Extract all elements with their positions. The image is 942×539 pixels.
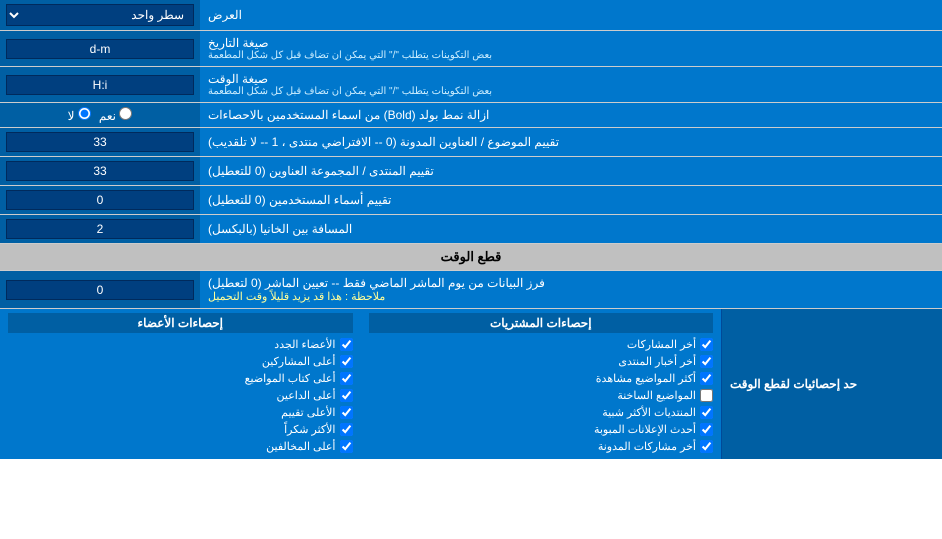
forum-address-input-container bbox=[0, 157, 200, 185]
stats-col1-check6[interactable] bbox=[700, 440, 713, 453]
cutoff-input[interactable] bbox=[6, 280, 194, 300]
date-format-input-container bbox=[0, 31, 200, 66]
display-select-container: سطر واحد سطرين ثلاثة أسطر bbox=[0, 0, 200, 30]
date-format-label: صيغة التاريخ بعض التكوينات يتطلب "/" الت… bbox=[200, 31, 942, 66]
stats-col2-check0[interactable] bbox=[340, 338, 353, 351]
stats-col1-item1: أخر أخبار المنتدى bbox=[369, 353, 714, 370]
subjects-limit-input-container bbox=[0, 128, 200, 156]
bold-no-radio[interactable] bbox=[78, 107, 91, 120]
stats-col1-check1[interactable] bbox=[700, 355, 713, 368]
cutoff-row: فرز البيانات من يوم الماشر الماضي فقط --… bbox=[0, 271, 942, 309]
stats-col1-title: إحصاءات المشتريات bbox=[369, 313, 714, 333]
stats-col1-item3: المواضيع الساخنة bbox=[369, 387, 714, 404]
bold-yes-radio[interactable] bbox=[119, 107, 132, 120]
stats-col2-item2: أعلى كتاب المواضيع bbox=[8, 370, 353, 387]
subjects-limit-row: تقييم الموضوع / العناوين المدونة (0 -- ا… bbox=[0, 128, 942, 157]
stats-col2-item5: الأكثر شكراً bbox=[8, 421, 353, 438]
time-format-input-container bbox=[0, 67, 200, 102]
stats-col1-item0: أخر المشاركات bbox=[369, 336, 714, 353]
users-names-input-container bbox=[0, 186, 200, 214]
stats-col1-check0[interactable] bbox=[700, 338, 713, 351]
cutoff-input-container bbox=[0, 271, 200, 308]
stats-col2-item4: الأعلى تقييم bbox=[8, 404, 353, 421]
stats-col1: إحصاءات المشتريات أخر المشاركات أخر أخبا… bbox=[361, 309, 723, 459]
stats-col1-item2: أكثر المواضيع مشاهدة bbox=[369, 370, 714, 387]
time-format-label: صيغة الوقت بعض التكوينات يتطلب "/" التي … bbox=[200, 67, 942, 102]
bold-remove-label: ازالة نمط بولد (Bold) من اسماء المستخدمي… bbox=[200, 103, 942, 127]
bold-yes-label: نعم bbox=[99, 107, 132, 123]
stats-col2-check3[interactable] bbox=[340, 389, 353, 402]
bold-no-label: لا bbox=[68, 107, 91, 123]
display-row: العرض سطر واحد سطرين ثلاثة أسطر bbox=[0, 0, 942, 31]
stats-col2-check1[interactable] bbox=[340, 355, 353, 368]
main-container: العرض سطر واحد سطرين ثلاثة أسطر صيغة الت… bbox=[0, 0, 942, 459]
users-names-label: تقييم أسماء المستخدمين (0 للتعطيل) bbox=[200, 186, 942, 214]
distance-label: المسافة بين الخانيا (بالبكسل) bbox=[200, 215, 942, 243]
time-format-input[interactable] bbox=[6, 75, 194, 95]
stats-col2-item0: الأعضاء الجدد bbox=[8, 336, 353, 353]
stats-col1-item5: أحدث الإعلانات المبوبة bbox=[369, 421, 714, 438]
date-format-row: صيغة التاريخ بعض التكوينات يتطلب "/" الت… bbox=[0, 31, 942, 67]
cutoff-label: فرز البيانات من يوم الماشر الماضي فقط --… bbox=[200, 271, 942, 308]
distance-input-container bbox=[0, 215, 200, 243]
stats-col2-check4[interactable] bbox=[340, 406, 353, 419]
distance-row: المسافة بين الخانيا (بالبكسل) bbox=[0, 215, 942, 244]
display-label: العرض bbox=[200, 0, 942, 30]
display-select[interactable]: سطر واحد سطرين ثلاثة أسطر bbox=[6, 4, 194, 26]
stats-col2-title: إحصاءات الأعضاء bbox=[8, 313, 353, 333]
stats-col2-check5[interactable] bbox=[340, 423, 353, 436]
date-format-input[interactable] bbox=[6, 39, 194, 59]
stats-col1-check3[interactable] bbox=[700, 389, 713, 402]
users-names-input[interactable] bbox=[6, 190, 194, 210]
stats-section: حد إحصائيات لقطع الوقت إحصاءات المشتريات… bbox=[0, 309, 942, 459]
stats-header-label: حد إحصائيات لقطع الوقت bbox=[722, 309, 942, 459]
stats-col2-item6: أعلى المخالفين bbox=[8, 438, 353, 455]
forum-address-input[interactable] bbox=[6, 161, 194, 181]
stats-col1-check4[interactable] bbox=[700, 406, 713, 419]
bold-remove-radio-container: نعم لا bbox=[0, 103, 200, 127]
stats-col1-item4: المنتديات الأكثر شبية bbox=[369, 404, 714, 421]
stats-col1-check5[interactable] bbox=[700, 423, 713, 436]
forum-address-row: تقييم المنتدى / المجموعة العناوين (0 للت… bbox=[0, 157, 942, 186]
time-format-row: صيغة الوقت بعض التكوينات يتطلب "/" التي … bbox=[0, 67, 942, 103]
forum-address-label: تقييم المنتدى / المجموعة العناوين (0 للت… bbox=[200, 157, 942, 185]
section-header: قطع الوقت bbox=[0, 244, 942, 271]
stats-col2-item3: أعلى الداعين bbox=[8, 387, 353, 404]
stats-col2-check2[interactable] bbox=[340, 372, 353, 385]
distance-input[interactable] bbox=[6, 219, 194, 239]
stats-col2: إحصاءات الأعضاء الأعضاء الجدد أعلى المشا… bbox=[0, 309, 361, 459]
users-names-row: تقييم أسماء المستخدمين (0 للتعطيل) bbox=[0, 186, 942, 215]
bold-remove-row: ازالة نمط بولد (Bold) من اسماء المستخدمي… bbox=[0, 103, 942, 128]
stats-col2-check6[interactable] bbox=[340, 440, 353, 453]
subjects-limit-input[interactable] bbox=[6, 132, 194, 152]
stats-col1-item6: أخر مشاركات المدونة bbox=[369, 438, 714, 455]
stats-col1-check2[interactable] bbox=[700, 372, 713, 385]
stats-col2-item1: أعلى المشاركين bbox=[8, 353, 353, 370]
subjects-limit-label: تقييم الموضوع / العناوين المدونة (0 -- ا… bbox=[200, 128, 942, 156]
